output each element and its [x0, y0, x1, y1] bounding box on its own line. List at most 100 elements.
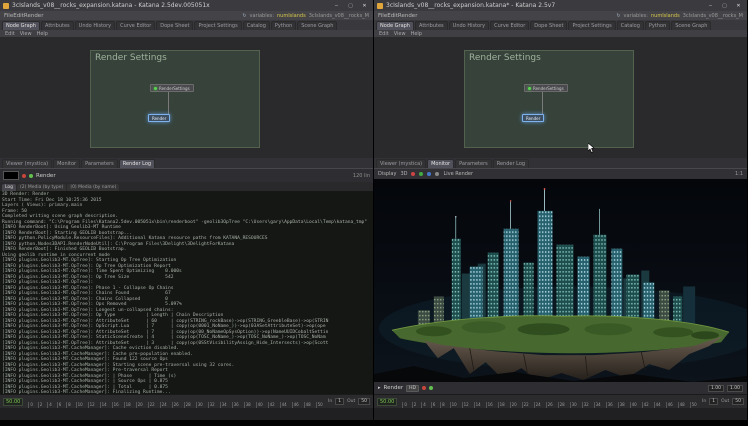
bottom-pane-tab[interactable]: Viewer (mystica) [2, 159, 52, 168]
menu-item[interactable]: Edit [387, 13, 398, 19]
pane-tab[interactable]: Scene Graph [671, 21, 711, 30]
refresh-icon[interactable]: ↻ [616, 13, 620, 19]
bottom-pane-tab[interactable]: Parameters [81, 159, 118, 168]
channel-alpha-icon[interactable] [435, 172, 439, 176]
stop-render-icon[interactable] [22, 174, 26, 178]
timeline-ruler[interactable]: 0246810121416182022242628303234363840424… [26, 395, 325, 408]
resolution-badge[interactable]: HD [406, 385, 419, 392]
menu-item[interactable]: Edit [13, 13, 24, 19]
nodegraph-menu-item[interactable]: Edit [379, 31, 389, 37]
timeline-ruler[interactable]: 0246810121416182022242628303234363840424… [400, 395, 699, 408]
in-field[interactable]: 1 [709, 398, 718, 405]
node-graph-panel[interactable]: Render Settings RenderSettings Render [374, 38, 747, 158]
session-tab[interactable]: 3cIslands_v08__rocks_M [683, 13, 743, 19]
nodegraph-menu-item[interactable]: Help [37, 31, 48, 37]
bottom-pane-tab[interactable]: Render Log [493, 159, 529, 168]
nodegraph-menu-item[interactable]: View [394, 31, 406, 37]
mode-dropdown[interactable]: 3D [400, 171, 407, 177]
refresh-icon[interactable]: ↻ [242, 13, 246, 19]
pane-tab[interactable]: Undo History [75, 21, 115, 30]
node-render[interactable]: Render [522, 114, 544, 122]
nodegraph-menu-item[interactable]: Help [411, 31, 422, 37]
monitor-strip-values: 1.00 1.00 [708, 385, 743, 392]
in-label: In [328, 399, 332, 404]
channel-green-icon[interactable] [419, 172, 423, 176]
log-filter-tab[interactable]: Log [2, 184, 16, 191]
pane-tab[interactable]: Catalog [243, 21, 270, 30]
menu-bar: FileEditRender ↻ variables: numIslands 3… [374, 11, 747, 20]
current-frame-field[interactable]: 50.00 [3, 398, 23, 406]
nodegraph-menu-item[interactable]: View [20, 31, 32, 37]
maximize-button[interactable]: ▢ [345, 3, 356, 9]
pane-tab[interactable]: Curve Editor [116, 21, 155, 30]
bottom-pane-tab[interactable]: Render Log [119, 159, 155, 168]
variables-dropdown[interactable]: numIslands [651, 13, 680, 19]
record-icon[interactable] [422, 386, 426, 390]
timeline[interactable]: 50.00 0246810121416182022242628303234363… [0, 394, 373, 408]
variables-dropdown[interactable]: numIslands [277, 13, 306, 19]
titlebar[interactable]: 3cIslands_v08__rocks_expansion.katana* -… [374, 0, 747, 11]
in-field[interactable]: 1 [335, 398, 344, 405]
node-rendersettings[interactable]: RenderSettings [524, 84, 568, 92]
maximize-button[interactable]: ▢ [719, 3, 730, 9]
pane-tab[interactable]: Dope Sheet [156, 21, 193, 30]
minimize-button[interactable]: ─ [331, 3, 342, 9]
render-settings-backdrop[interactable]: Render Settings [464, 50, 634, 148]
pane-tab[interactable]: Node Graph [376, 21, 414, 30]
pane-tab[interactable]: Attributes [41, 21, 74, 30]
channel-red-icon[interactable] [411, 172, 415, 176]
pane-tab[interactable]: Project Settings [194, 21, 241, 30]
menu-item[interactable]: File [4, 13, 13, 19]
render-settings-backdrop[interactable]: Render Settings [90, 50, 260, 148]
bottom-pane-tab[interactable]: Parameters [455, 159, 492, 168]
menu-item[interactable]: Render [24, 13, 44, 19]
close-button[interactable]: ✕ [359, 3, 370, 9]
bottom-pane-tab[interactable]: Viewer (mystica) [376, 159, 426, 168]
menu-item[interactable]: Render [398, 13, 418, 19]
bottom-pane-tab[interactable]: Monitor [53, 159, 80, 168]
menu-item[interactable]: File [378, 13, 387, 19]
gamma-field[interactable]: 1.00 [727, 385, 743, 392]
log-filter-tabs: Log(2) Media (by type)(0) Media (by name… [0, 182, 373, 191]
minimize-button[interactable]: ─ [705, 3, 716, 9]
node-label: Render [526, 116, 540, 121]
bottom-pane-tab[interactable]: Monitor [427, 159, 454, 168]
view-flag-icon[interactable] [154, 87, 157, 90]
pane-tab[interactable]: Project Settings [568, 21, 615, 30]
pane-tab[interactable]: Undo History [449, 21, 489, 30]
current-frame-field[interactable]: 50.00 [377, 398, 397, 406]
live-render-toggle[interactable]: Live Render [443, 171, 473, 177]
close-button[interactable]: ✕ [733, 3, 744, 9]
play-icon[interactable]: ▸ [378, 385, 381, 391]
pane-tab[interactable]: Curve Editor [490, 21, 529, 30]
pane-tab[interactable]: Node Graph [2, 21, 40, 30]
node-graph-panel[interactable]: Render Settings RenderSettings Render [0, 38, 373, 158]
channel-blue-icon[interactable] [427, 172, 431, 176]
pane-tab[interactable]: Attributes [415, 21, 448, 30]
backdrop-title: Render Settings [91, 51, 259, 65]
out-field[interactable]: 50 [732, 398, 744, 405]
pane-tab[interactable]: Dope Sheet [530, 21, 567, 30]
render-log-output[interactable]: 3D Render: RenderStart Time: Fri Dec 18 … [0, 191, 373, 394]
display-dropdown[interactable]: Display [378, 171, 396, 177]
gain-field[interactable]: 1.00 [708, 385, 724, 392]
node-rendersettings[interactable]: RenderSettings [150, 84, 194, 92]
pane-tab[interactable]: Catalog [617, 21, 644, 30]
pane-tab[interactable]: Scene Graph [297, 21, 337, 30]
session-tab[interactable]: 3cIslands_v08__rocks_M [309, 13, 369, 19]
render-thumbnail[interactable] [3, 171, 19, 180]
log-filter-tab[interactable]: (0) Media (by name) [67, 184, 119, 191]
pane-tab[interactable]: Python [645, 21, 670, 30]
titlebar[interactable]: 3cIslands_v08__rocks_expansion.katana - … [0, 0, 373, 11]
monitor-render-view[interactable] [374, 179, 747, 382]
zoom-level[interactable]: 1:1 [735, 171, 743, 177]
nodegraph-menu-item[interactable]: Edit [5, 31, 15, 37]
log-filter-tab[interactable]: (2) Media (by type) [17, 184, 66, 191]
node-connection [168, 92, 169, 114]
pane-tab[interactable]: Python [271, 21, 296, 30]
out-field[interactable]: 50 [358, 398, 370, 405]
node-render[interactable]: Render [148, 114, 170, 122]
katana-window-left: 3cIslands_v08__rocks_expansion.katana - … [0, 0, 374, 420]
view-flag-icon[interactable] [528, 87, 531, 90]
timeline[interactable]: 50.00 0246810121416182022242628303234363… [374, 394, 747, 408]
